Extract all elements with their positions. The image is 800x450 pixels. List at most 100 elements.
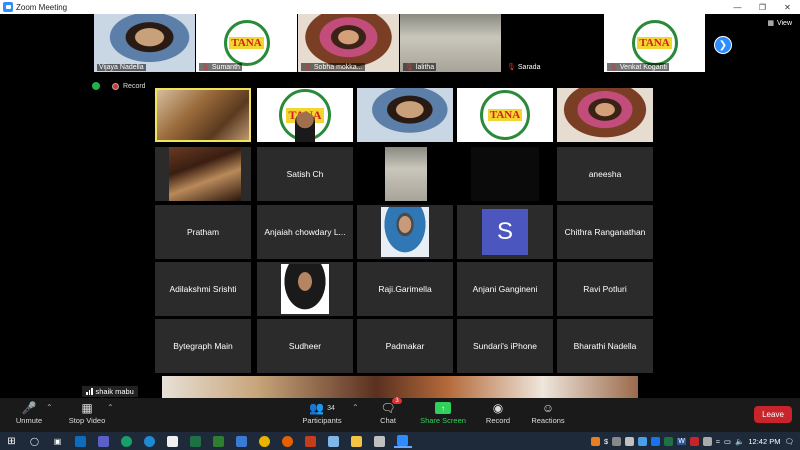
mail-tray-icon[interactable] xyxy=(612,436,622,446)
participant-tile[interactable]: Satish Ch xyxy=(257,147,353,201)
tana-logo-text: TANA xyxy=(229,37,264,49)
windows-start-icon[interactable]: ⊞ xyxy=(3,434,21,448)
participant-tile[interactable]: S xyxy=(457,205,553,259)
clock[interactable]: 12:42 PM xyxy=(748,437,780,446)
strip-tile[interactable]: TANA 🎙 Sumanth xyxy=(196,14,298,72)
participant-tile[interactable]: aneesha xyxy=(557,147,653,201)
store-icon[interactable] xyxy=(164,434,182,448)
participant-tile[interactable] xyxy=(155,147,251,201)
volume-icon[interactable]: 🔈 xyxy=(735,437,744,446)
participants-button[interactable]: 👥 34 Participants xyxy=(300,400,344,425)
search-icon[interactable]: ◯ xyxy=(26,434,44,448)
video-options-chevron-icon[interactable]: ⌃ xyxy=(107,403,114,412)
tray-icon-3[interactable] xyxy=(664,436,674,446)
participant-name: Anjaiah chowdary L... xyxy=(264,227,346,237)
participant-tile[interactable] xyxy=(257,262,353,316)
reactions-button[interactable]: ☺ Reactions xyxy=(530,400,566,425)
record-button[interactable]: ◉ Record xyxy=(484,400,512,425)
photos-icon[interactable] xyxy=(233,434,251,448)
dollar-icon[interactable]: $ xyxy=(604,437,608,446)
tray-icon[interactable] xyxy=(625,436,635,446)
participant-tile[interactable]: Sundari's iPhone xyxy=(457,319,553,373)
participant-name: Padmakar xyxy=(385,341,425,351)
battery-icon[interactable]: ▭ xyxy=(724,437,731,446)
participants-options-chevron-icon[interactable]: ⌃ xyxy=(352,403,359,412)
participant-tile[interactable] xyxy=(155,88,251,142)
participant-tile[interactable]: Sudheer xyxy=(257,319,353,373)
participant-tile[interactable]: Raji.Garimella xyxy=(357,262,453,316)
participant-tile[interactable]: Anjaiah chowdary L... xyxy=(257,205,353,259)
mic-muted-icon: 🎙 xyxy=(507,64,516,71)
reactions-label: Reactions xyxy=(531,416,565,425)
zoom-app-icon xyxy=(3,2,13,12)
tray-icon-2[interactable] xyxy=(651,436,661,446)
participant-video xyxy=(281,264,329,314)
powerpoint-icon[interactable] xyxy=(302,434,320,448)
participant-name: Bytegraph Main xyxy=(173,341,233,351)
next-page-icon[interactable]: ❯ xyxy=(714,36,732,54)
participant-name-label: 🎙 Sarada xyxy=(505,63,543,71)
encryption-shield-icon[interactable] xyxy=(92,82,100,90)
zoom-window: Zoom Meeting — ❐ ✕ Vijaya Nadella TANA 🎙 Su… xyxy=(0,0,800,450)
onedrive-icon[interactable] xyxy=(638,436,648,446)
notifications-icon[interactable]: 🗨 xyxy=(784,437,794,446)
participant-tile[interactable]: Padmakar xyxy=(357,319,453,373)
participant-tile[interactable] xyxy=(457,147,553,201)
strip-tile[interactable]: 🎙 Sobha mokka... xyxy=(298,14,400,72)
outlook-icon[interactable] xyxy=(72,434,90,448)
window-title: Zoom Meeting xyxy=(16,2,68,12)
leave-button[interactable]: Leave xyxy=(754,406,792,423)
skype-business-icon[interactable] xyxy=(118,434,136,448)
participant-name: Venkat Koganti xyxy=(619,63,667,71)
participant-tile[interactable]: TANA xyxy=(257,88,353,142)
participant-name: lalitha xyxy=(415,63,435,71)
strip-tile[interactable]: TANA 🎙 Venkat Koganti xyxy=(604,14,706,72)
strip-tile[interactable]: 🎙 lalitha xyxy=(400,14,502,72)
tray-app-icon[interactable] xyxy=(591,436,601,446)
word-icon[interactable]: W xyxy=(677,437,686,445)
stop-video-label: Stop Video xyxy=(68,416,106,425)
chat-button[interactable]: 🗨 3 Chat xyxy=(376,398,402,425)
stop-video-button[interactable]: ▦ Stop Video xyxy=(66,400,108,425)
strip-tile[interactable]: Vijaya Nadella xyxy=(94,14,196,72)
participant-name: Vijaya Nadella xyxy=(99,64,144,71)
close-icon[interactable]: ✕ xyxy=(775,0,800,14)
participant-tile[interactable] xyxy=(357,147,453,201)
network-icon[interactable] xyxy=(702,436,712,446)
security-icon[interactable] xyxy=(689,436,699,446)
participant-tile[interactable]: TANA xyxy=(457,88,553,142)
participant-tile[interactable]: Bytegraph Main xyxy=(155,319,251,373)
participant-tile[interactable] xyxy=(357,205,453,259)
participant-tile[interactable]: Bharathi Nadella xyxy=(557,319,653,373)
view-label: View xyxy=(776,19,792,27)
participant-tile[interactable] xyxy=(357,88,453,142)
view-button[interactable]: ▦ View xyxy=(767,19,792,28)
minimize-icon[interactable]: — xyxy=(725,0,750,14)
participant-tile[interactable]: Chithra Ranganathan xyxy=(557,205,653,259)
firefox-icon[interactable] xyxy=(279,434,297,448)
chrome-icon[interactable] xyxy=(256,434,274,448)
zoom-taskbar-icon[interactable] xyxy=(393,434,412,448)
share-screen-button[interactable]: ↑ Share Screen xyxy=(420,400,466,425)
strip-tile[interactable]: 🎙 Sarada xyxy=(502,14,604,72)
wifi-icon[interactable]: ≈ xyxy=(716,437,720,446)
participant-tile[interactable]: Ravi Potluri xyxy=(557,262,653,316)
participant-name: Raji.Garimella xyxy=(378,284,432,294)
unmute-button[interactable]: 🎤 Unmute xyxy=(14,400,44,425)
mic-muted-icon: 🎙 xyxy=(609,64,618,71)
app-icon[interactable] xyxy=(325,434,343,448)
explorer-icon[interactable] xyxy=(348,434,366,448)
participant-tile[interactable] xyxy=(557,88,653,142)
participant-tile[interactable]: Anjani Gangineni xyxy=(457,262,553,316)
teams-icon[interactable] xyxy=(95,434,113,448)
project-icon[interactable] xyxy=(210,434,228,448)
vpn-icon[interactable] xyxy=(371,434,389,448)
task-view-icon[interactable]: ▣ xyxy=(49,434,67,448)
maximize-icon[interactable]: ❐ xyxy=(750,0,775,14)
audio-options-chevron-icon[interactable]: ⌃ xyxy=(46,403,53,412)
participant-tile[interactable]: Pratham xyxy=(155,205,251,259)
excel-icon[interactable] xyxy=(187,434,205,448)
edge-icon[interactable] xyxy=(141,434,159,448)
participant-name: Sobha mokka... xyxy=(313,63,363,71)
participant-tile[interactable]: Adilakshmi Srishti xyxy=(155,262,251,316)
